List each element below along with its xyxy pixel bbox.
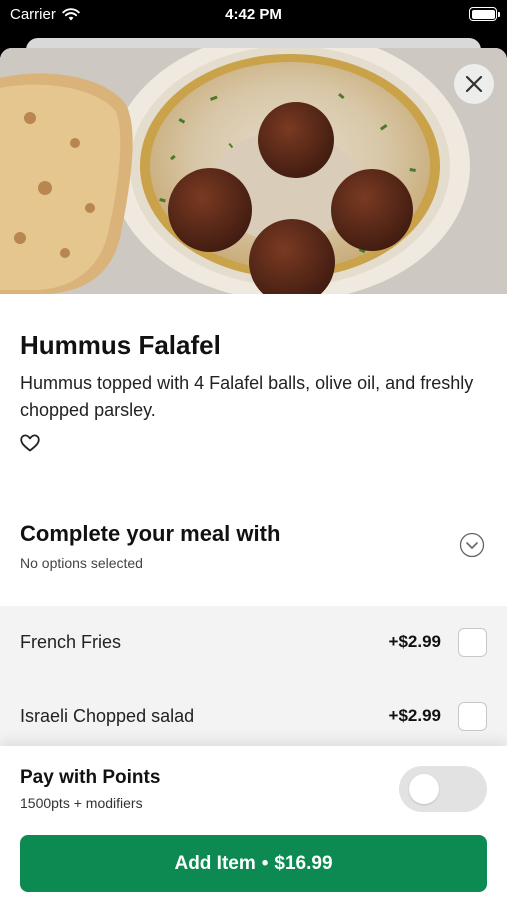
option-checkbox[interactable]: [458, 702, 487, 731]
pay-with-points-title: Pay with Points: [20, 767, 161, 788]
checkout-footer: Pay with Points 1500pts + modifiers Add …: [0, 746, 507, 900]
item-detail-sheet: Hummus Falafel Hummus topped with 4 Fala…: [0, 48, 507, 900]
battery-icon: [469, 7, 500, 21]
close-icon: [465, 75, 483, 93]
hummus-falafel-photo: [0, 48, 507, 294]
pay-with-points-subtitle: 1500pts + modifiers: [20, 795, 143, 811]
option-checkbox[interactable]: [458, 628, 487, 657]
status-time: 4:42 PM: [225, 6, 282, 23]
pay-with-points-toggle[interactable]: [399, 766, 487, 812]
chevron-down-icon[interactable]: [459, 532, 485, 558]
complete-meal-subtitle: No options selected: [20, 555, 143, 571]
option-price: +$2.99: [388, 632, 441, 651]
add-item-price: $16.99: [274, 852, 333, 874]
add-item-label: Add Item: [174, 852, 256, 874]
item-title: Hummus Falafel: [20, 330, 221, 360]
meal-options-list: French Fries +$2.99 Israeli Chopped sala…: [0, 606, 507, 746]
toggle-knob: [409, 774, 439, 804]
option-price: +$2.99: [388, 706, 441, 725]
item-image: [0, 48, 507, 294]
option-name: Israeli Chopped salad: [20, 706, 195, 726]
status-bar: Carrier 4:42 PM: [0, 0, 507, 30]
option-name: French Fries: [20, 632, 122, 652]
add-item-separator: •: [261, 852, 269, 874]
complete-meal-title: Complete your meal with: [20, 521, 281, 546]
close-button[interactable]: [454, 64, 494, 104]
add-item-button[interactable]: Add Item • $16.99: [20, 835, 487, 892]
option-row-israeli-chopped-salad[interactable]: Israeli Chopped salad +$2.99: [0, 680, 507, 754]
item-description: Hummus topped with 4 Falafel balls, oliv…: [20, 373, 474, 420]
heart-icon[interactable]: [20, 434, 40, 452]
option-row-french-fries[interactable]: French Fries +$2.99: [0, 606, 507, 680]
